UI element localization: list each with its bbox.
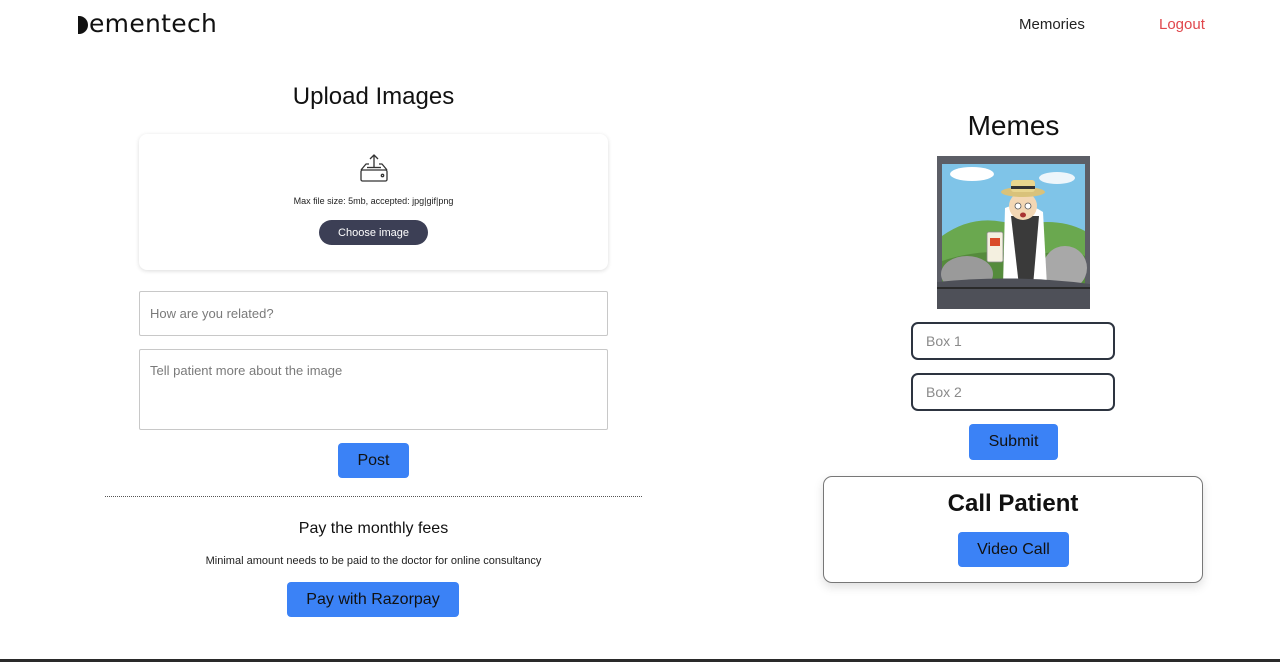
brand-logo[interactable]: ementech bbox=[78, 9, 217, 39]
meme-submit-button[interactable]: Submit bbox=[969, 424, 1058, 460]
fees-subtitle: Minimal amount needs to be paid to the d… bbox=[205, 555, 542, 567]
fees-title: Pay the monthly fees bbox=[298, 520, 449, 537]
top-navbar: ementech Memories Logout bbox=[0, 0, 1280, 50]
meme-box1-input[interactable] bbox=[911, 322, 1115, 360]
nav-link-logout[interactable]: Logout bbox=[1159, 16, 1205, 33]
post-button[interactable]: Post bbox=[338, 443, 409, 478]
image-description-textarea[interactable] bbox=[139, 349, 608, 430]
pay-with-razorpay-button[interactable]: Pay with Razorpay bbox=[287, 582, 459, 617]
upload-file-note: Max file size: 5mb, accepted: jpg|gif|pn… bbox=[293, 196, 454, 206]
call-patient-title: Call Patient bbox=[947, 490, 1079, 517]
relation-input[interactable] bbox=[139, 291, 608, 336]
memes-title: Memes bbox=[967, 110, 1060, 141]
video-call-button[interactable]: Video Call bbox=[958, 532, 1069, 567]
upload-section-title: Upload Images bbox=[292, 83, 455, 110]
call-patient-card: Call Patient Video Call bbox=[823, 476, 1203, 583]
meme-box2-input[interactable] bbox=[911, 373, 1115, 411]
brand-name: ementech bbox=[89, 9, 218, 38]
nav-link-memories[interactable]: Memories bbox=[1019, 16, 1085, 33]
brand-d-mark bbox=[78, 16, 88, 34]
upload-tray-icon bbox=[360, 154, 388, 182]
upload-dropzone[interactable]: Max file size: 5mb, accepted: jpg|gif|pn… bbox=[139, 134, 608, 270]
meme-template-image bbox=[937, 156, 1090, 309]
choose-image-button[interactable]: Choose image bbox=[319, 220, 428, 245]
section-divider bbox=[105, 496, 642, 497]
